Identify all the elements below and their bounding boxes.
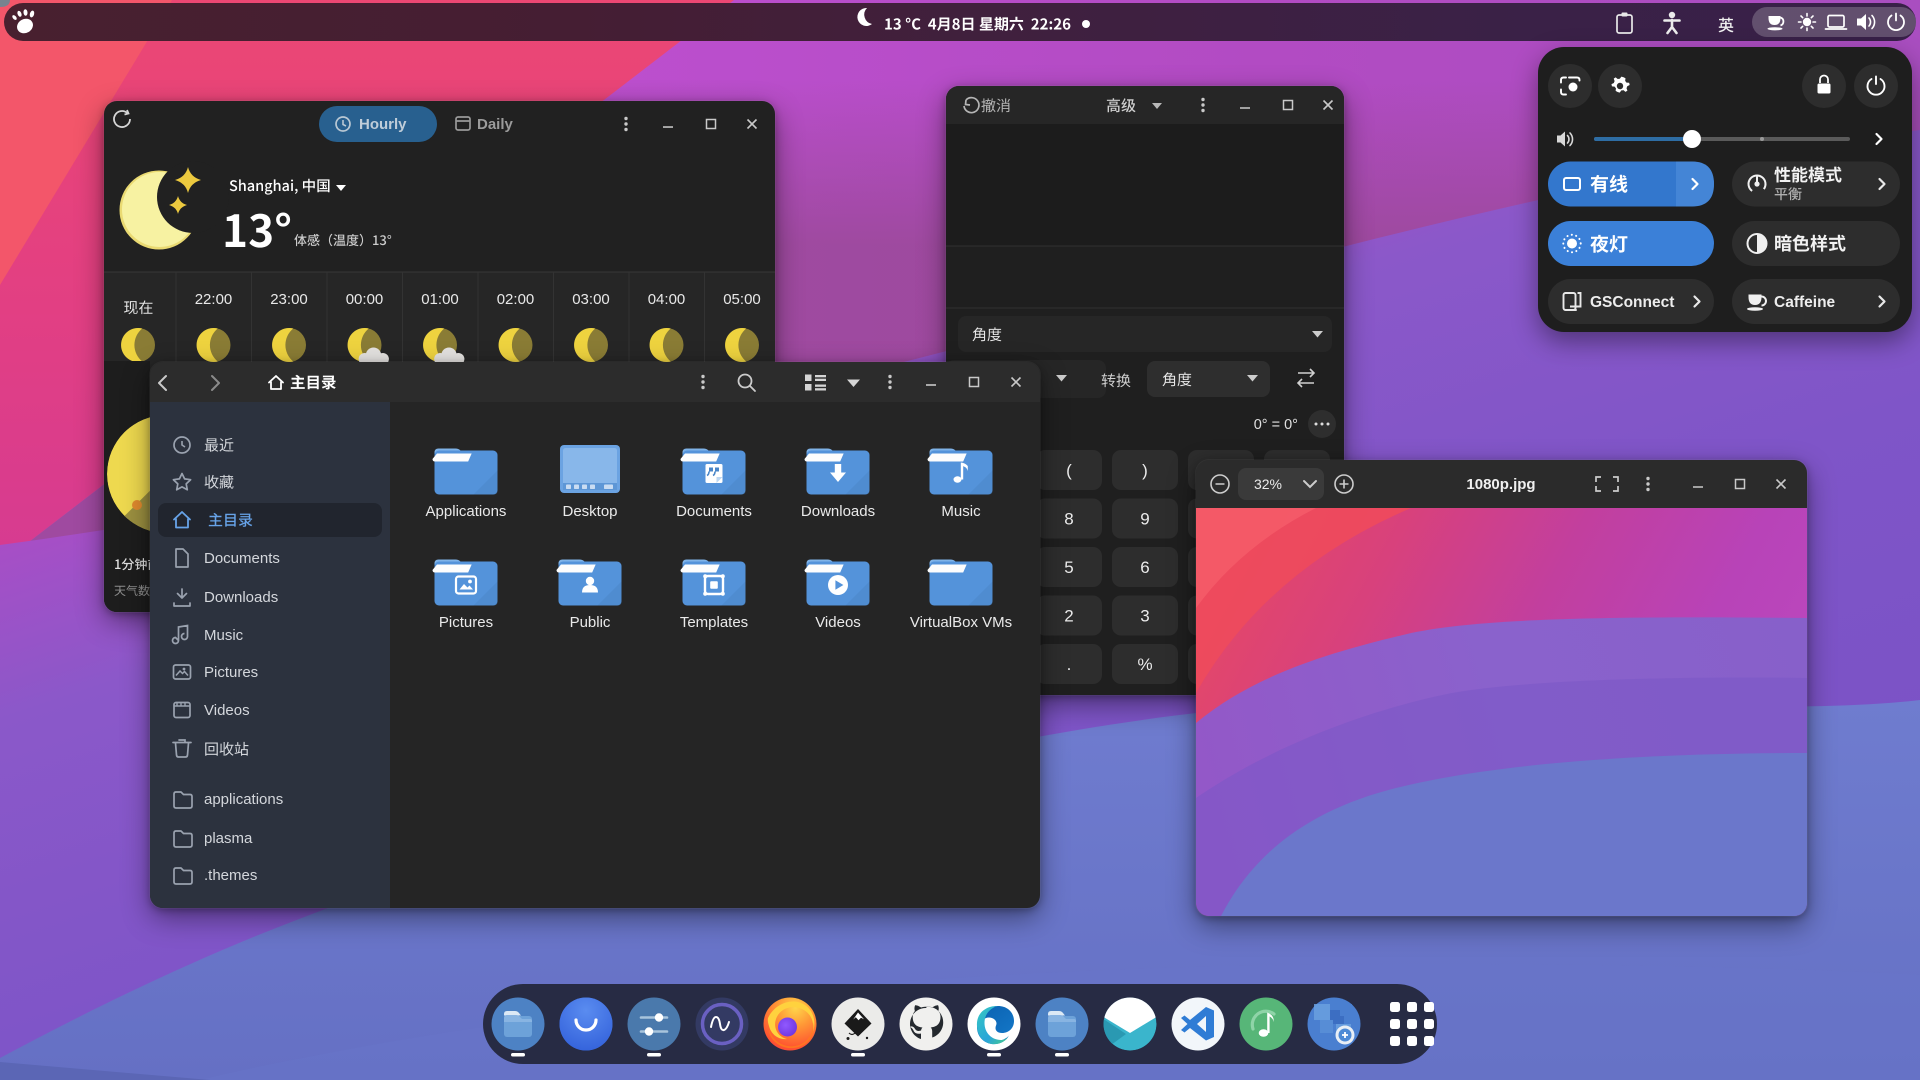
svg-text:Caffeine: Caffeine	[1774, 294, 1836, 311]
svg-text:Videos: Videos	[815, 614, 861, 631]
svg-text:Music: Music	[204, 627, 244, 644]
svg-text:00:00: 00:00	[346, 291, 384, 308]
svg-text:plasma: plasma	[204, 830, 253, 847]
svg-text:05:00: 05:00	[723, 291, 761, 308]
svg-text:6: 6	[1140, 558, 1149, 577]
svg-text:23:00: 23:00	[270, 291, 308, 308]
svg-text:32%: 32%	[1254, 476, 1282, 492]
svg-text:.themes: .themes	[204, 867, 257, 884]
svg-text:Daily: Daily	[477, 116, 514, 133]
svg-text:03:00: 03:00	[572, 291, 610, 308]
svg-text:22:00: 22:00	[195, 291, 233, 308]
svg-text:02:00: 02:00	[497, 291, 535, 308]
svg-text:3: 3	[1140, 607, 1149, 626]
svg-text:Music: Music	[941, 503, 981, 520]
svg-text:1080p.jpg: 1080p.jpg	[1466, 476, 1535, 493]
svg-text:9: 9	[1140, 510, 1149, 529]
svg-text:GSConnect: GSConnect	[1590, 294, 1674, 311]
svg-text:Pictures: Pictures	[204, 664, 258, 681]
svg-text:.: .	[1067, 655, 1072, 674]
svg-text:Videos: Videos	[204, 702, 250, 719]
svg-text:Pictures: Pictures	[439, 614, 493, 631]
svg-text:Templates: Templates	[680, 614, 748, 631]
svg-text:Applications: Applications	[426, 503, 507, 520]
svg-text:04:00: 04:00	[648, 291, 686, 308]
svg-text:applications: applications	[204, 791, 283, 808]
svg-text:0° = 0°: 0° = 0°	[1254, 417, 1298, 433]
svg-text:Public: Public	[570, 614, 611, 631]
svg-text:01:00: 01:00	[421, 291, 459, 308]
svg-text:%: %	[1137, 655, 1152, 674]
svg-text:8: 8	[1064, 510, 1073, 529]
svg-text:Documents: Documents	[204, 550, 280, 567]
svg-text:Downloads: Downloads	[801, 503, 875, 520]
svg-text:Hourly: Hourly	[359, 116, 407, 133]
svg-text:5: 5	[1064, 558, 1073, 577]
svg-text:(: (	[1066, 461, 1072, 480]
svg-text:Downloads: Downloads	[204, 589, 278, 606]
svg-text:2: 2	[1064, 607, 1073, 626]
svg-text:VirtualBox VMs: VirtualBox VMs	[910, 614, 1012, 631]
svg-text:Desktop: Desktop	[562, 503, 617, 520]
svg-text:Documents: Documents	[676, 503, 752, 520]
svg-text:): )	[1142, 461, 1148, 480]
